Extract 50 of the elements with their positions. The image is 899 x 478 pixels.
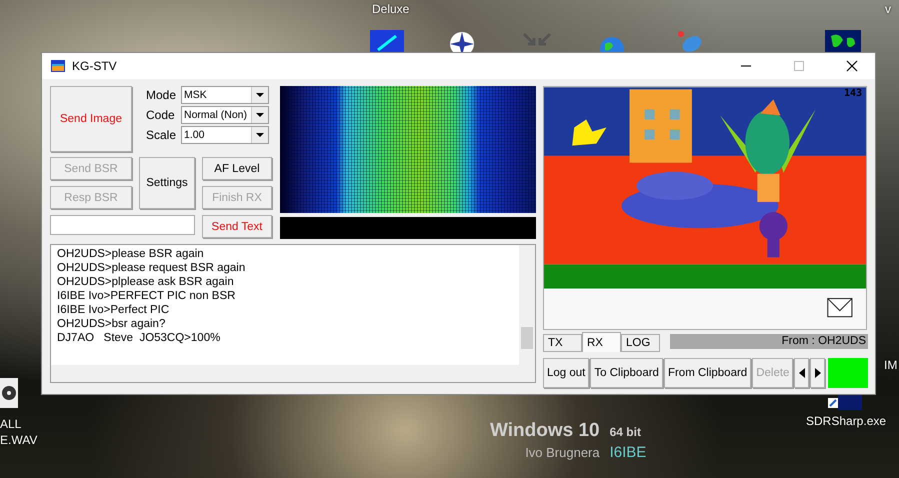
setting-label: Scale [146, 128, 177, 142]
dropdown[interactable]: 1.00 [181, 126, 269, 144]
left-triangle-icon [798, 368, 805, 378]
log-line: OH2UDS>please BSR again [57, 247, 205, 261]
message-input-field[interactable] [50, 215, 195, 235]
desktop-label[interactable]: SDRSharp.exe [806, 414, 886, 430]
setting-label: Code [146, 108, 176, 122]
button[interactable]: AF Level [202, 157, 272, 180]
button[interactable]: Log out [543, 358, 590, 388]
next-button[interactable] [810, 358, 826, 388]
tab[interactable]: LOG [621, 334, 660, 352]
log-line: OH2UDS>please request BSR again [57, 261, 246, 275]
log-line: I6IBE Ivo>PERFECT PIC non BSR [57, 289, 236, 303]
dropdown[interactable]: Normal (Non) [181, 106, 269, 124]
window-title: KG-STV [72, 59, 117, 73]
status-indicator [828, 358, 868, 388]
desktop-label[interactable]: Deluxe [372, 2, 410, 18]
log-line: I6IBE Ivo>Perfect PIC [57, 303, 170, 317]
right-triangle-icon [814, 368, 821, 378]
desktop-label[interactable]: v [885, 2, 891, 18]
vertical-scrollbar[interactable] [519, 245, 535, 365]
button[interactable]: From Clipboard [664, 358, 752, 388]
tab[interactable]: RX [582, 332, 621, 352]
dropdown-caret-icon [251, 107, 268, 123]
os-name-text: Windows 10 [490, 420, 600, 442]
audio-file-icon[interactable] [0, 378, 18, 408]
previous-button[interactable] [794, 358, 810, 388]
log-line: DJ7AO Steve JO53CQ>100% [57, 331, 222, 345]
dropdown-caret-icon [251, 87, 268, 103]
tab[interactable]: TX [543, 334, 582, 352]
desktop-label[interactable]: ALL E.WAV [0, 417, 38, 448]
owner-name-text: Ivo Brugnera [525, 445, 600, 460]
app-icon [51, 60, 65, 72]
edition-text: 64 bit [610, 425, 642, 439]
shortcut-icon[interactable] [826, 394, 862, 412]
send-image-button[interactable]: Send Image [50, 86, 132, 152]
dropdown-caret-icon [251, 127, 268, 143]
desktop-label[interactable]: IM [884, 358, 898, 374]
dropdown[interactable]: MSK [181, 86, 269, 104]
setting-label: Mode [146, 88, 177, 102]
log-line: OH2UDS>bsr again? [57, 317, 166, 331]
horizontal-scrollbar[interactable] [51, 365, 535, 382]
status-bar: From : OH2UDS [670, 334, 868, 349]
button[interactable]: Settings [139, 157, 195, 209]
log-line: OH2UDS>plplease ask BSR again [57, 275, 235, 289]
globe-icon[interactable] [825, 30, 861, 54]
frame-counter: 143 [844, 88, 862, 99]
button[interactable]: To Clipboard [590, 358, 663, 388]
callsign-text: I6IBE [610, 444, 648, 461]
button[interactable]: Send Text [202, 215, 272, 238]
